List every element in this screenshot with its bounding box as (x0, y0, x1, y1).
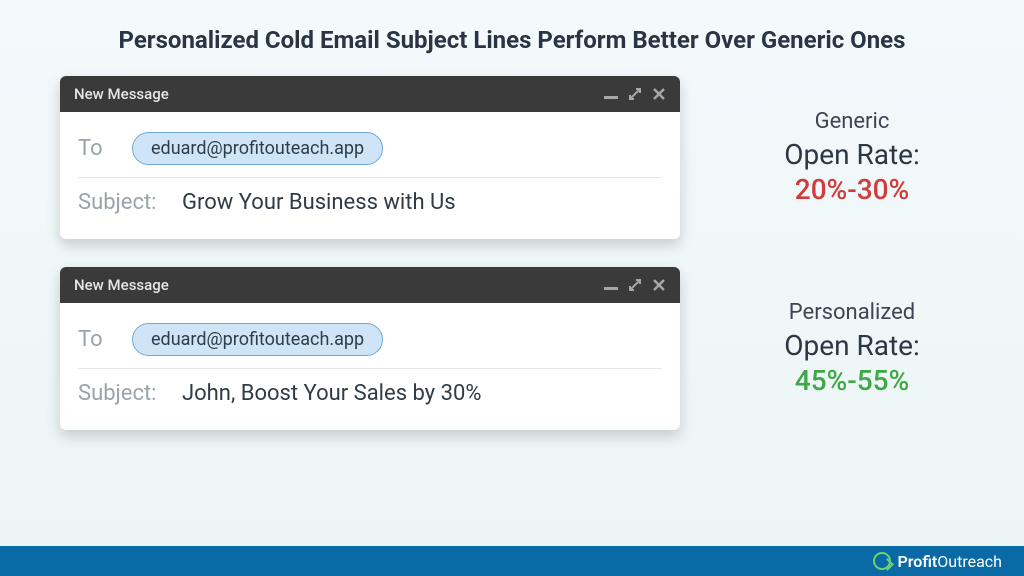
expand-icon[interactable] (628, 87, 642, 101)
to-field: To eduard@profitouteach.app (78, 120, 662, 178)
subject-field: Subject: John, Boost Your Sales by 30% (78, 369, 662, 418)
window-controls (604, 278, 666, 292)
stat-value: 45%-55% (720, 364, 984, 397)
minimize-icon[interactable] (604, 280, 618, 290)
close-icon[interactable] (652, 278, 666, 292)
subject-field: Subject: Grow Your Business with Us (78, 178, 662, 227)
minimize-icon[interactable] (604, 89, 618, 99)
email-card-generic: New Message To eduard@profitouteach.app (60, 76, 680, 239)
recipient-chip[interactable]: eduard@profitouteach.app (132, 132, 383, 165)
comparison-row-generic: New Message To eduard@profitouteach.app (60, 76, 984, 239)
subject-label: Subject: (78, 381, 166, 406)
expand-icon[interactable] (628, 278, 642, 292)
window-controls (604, 87, 666, 101)
subject-value: John, Boost Your Sales by 30% (182, 381, 481, 406)
email-window-header: New Message (60, 76, 680, 112)
stat-metric-label: Open Rate: (720, 329, 984, 362)
email-body: To eduard@profitouteach.app Subject: Joh… (60, 303, 680, 430)
close-icon[interactable] (652, 87, 666, 101)
stat-value: 20%-30% (720, 173, 984, 206)
email-window-header: New Message (60, 267, 680, 303)
comparison-row-personalized: New Message To eduard@profitouteach.app (60, 267, 984, 430)
email-body: To eduard@profitouteach.app Subject: Gro… (60, 112, 680, 239)
recipient-chip[interactable]: eduard@profitouteach.app (132, 323, 383, 356)
main-content: New Message To eduard@profitouteach.app (0, 66, 1024, 430)
brand-text-2: Outreach (937, 552, 1002, 571)
to-field: To eduard@profitouteach.app (78, 311, 662, 369)
email-card-personalized: New Message To eduard@profitouteach.app (60, 267, 680, 430)
stat-category: Generic (720, 109, 984, 134)
subject-label: Subject: (78, 190, 166, 215)
brand-icon (873, 552, 891, 570)
to-label: To (78, 327, 116, 352)
stat-metric-label: Open Rate: (720, 138, 984, 171)
brand-logo: ProfitOutreach (873, 552, 1002, 571)
page-title: Personalized Cold Email Subject Lines Pe… (0, 0, 1024, 66)
to-label: To (78, 136, 116, 161)
email-header-title: New Message (74, 276, 169, 294)
email-header-title: New Message (74, 85, 169, 103)
stat-category: Personalized (720, 300, 984, 325)
subject-value: Grow Your Business with Us (182, 190, 456, 215)
brand-text-1: Profit (897, 552, 937, 571)
stats-generic: Generic Open Rate: 20%-30% (720, 109, 984, 206)
footer-bar: ProfitOutreach (0, 546, 1024, 576)
stats-personalized: Personalized Open Rate: 45%-55% (720, 300, 984, 397)
